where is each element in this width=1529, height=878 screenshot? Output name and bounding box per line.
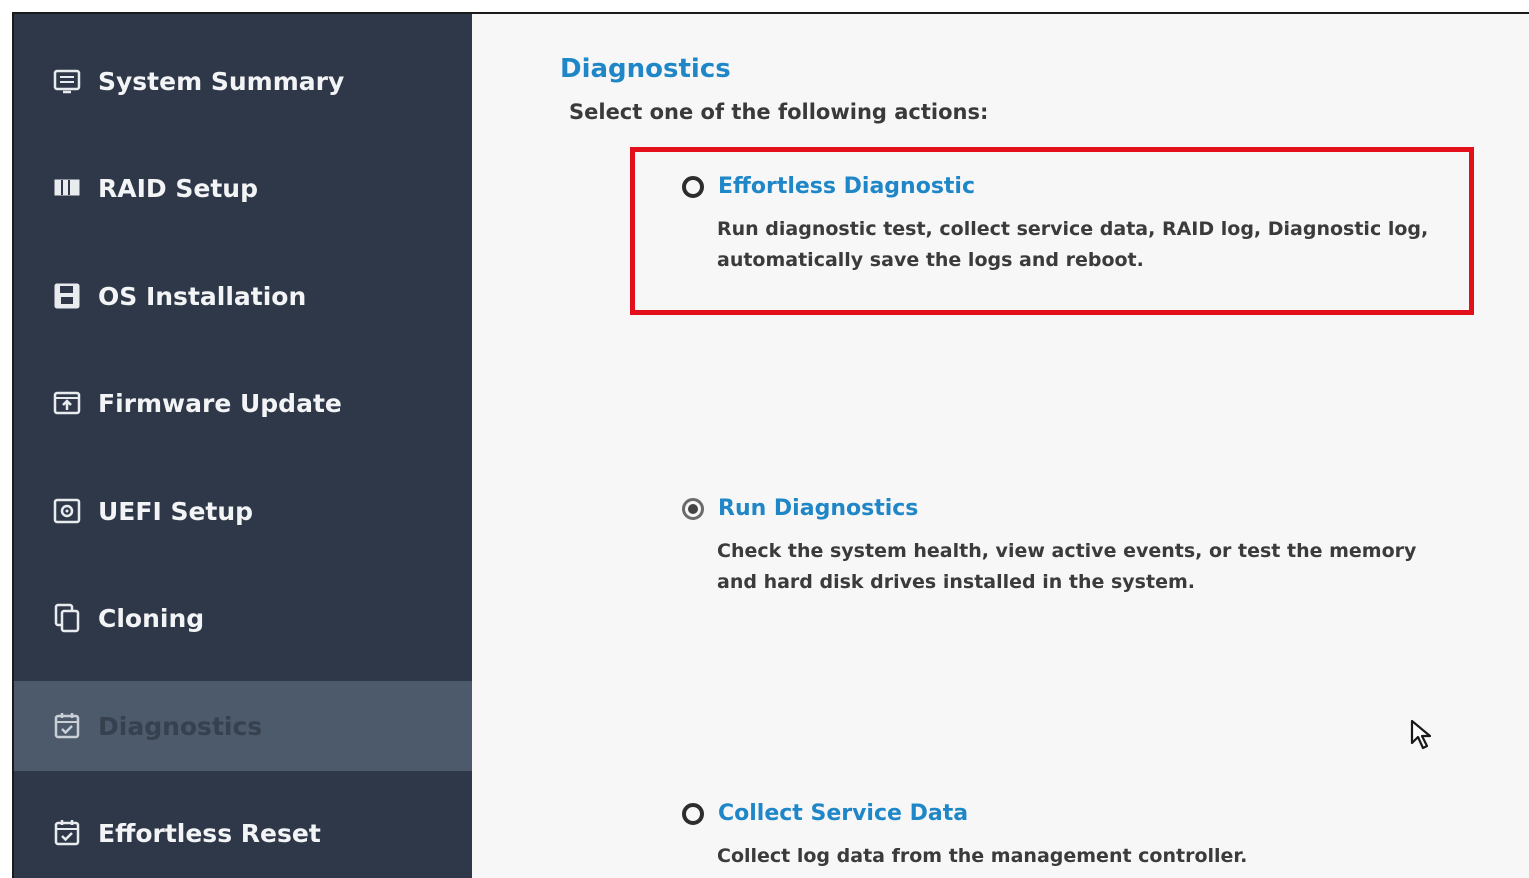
- page-subtitle: Select one of the following actions:: [569, 100, 989, 124]
- radio-run-diagnostics[interactable]: [682, 498, 704, 520]
- sidebar: System Summary RAID Setup OS Installatio…: [14, 14, 472, 878]
- uefi-setup-icon: [52, 496, 82, 526]
- calendar-check-icon: [52, 711, 82, 741]
- sidebar-item-label: System Summary: [98, 66, 345, 96]
- page-title: Diagnostics: [560, 54, 731, 84]
- option-description: Run diagnostic test, collect service dat…: [717, 218, 1429, 271]
- sidebar-item-label: Cloning: [98, 603, 205, 633]
- option-title[interactable]: Effortless Diagnostic: [718, 174, 975, 199]
- sidebar-item-firmware-update[interactable]: Firmware Update: [14, 358, 472, 448]
- option-title[interactable]: Run Diagnostics: [718, 496, 918, 521]
- calendar-check-icon: [52, 818, 82, 848]
- option-description: Check the system health, view active eve…: [717, 540, 1417, 593]
- raid-icon: [52, 173, 82, 203]
- sidebar-item-label: Effortless Reset: [98, 818, 321, 848]
- radio-collect-service-data[interactable]: [682, 803, 704, 825]
- firmware-update-icon: [52, 388, 82, 418]
- app-window: System Summary RAID Setup OS Installatio…: [12, 12, 1529, 878]
- sidebar-item-label: OS Installation: [98, 281, 307, 311]
- mouse-pointer-icon: [1410, 719, 1432, 750]
- sidebar-item-diagnostics[interactable]: Diagnostics: [14, 681, 472, 771]
- radio-effortless-diagnostic[interactable]: [682, 176, 704, 198]
- sidebar-item-effortless-reset[interactable]: Effortless Reset: [14, 788, 472, 878]
- sidebar-item-label: Firmware Update: [98, 388, 342, 418]
- sidebar-item-raid-setup[interactable]: RAID Setup: [14, 143, 472, 233]
- option-description: Collect log data from the management con…: [717, 845, 1248, 867]
- sidebar-item-os-installation[interactable]: OS Installation: [14, 251, 472, 341]
- save-disk-icon: [52, 281, 82, 311]
- sidebar-item-system-summary[interactable]: System Summary: [14, 36, 472, 126]
- copy-icon: [52, 603, 82, 633]
- system-summary-icon: [52, 66, 82, 96]
- sidebar-item-label: RAID Setup: [98, 173, 258, 203]
- sidebar-item-label: UEFI Setup: [98, 496, 254, 526]
- sidebar-item-uefi-setup[interactable]: UEFI Setup: [14, 466, 472, 556]
- sidebar-item-cloning[interactable]: Cloning: [14, 573, 472, 663]
- option-title[interactable]: Collect Service Data: [718, 801, 968, 826]
- main-content: Diagnostics Select one of the following …: [472, 14, 1529, 878]
- sidebar-item-label: Diagnostics: [98, 711, 263, 741]
